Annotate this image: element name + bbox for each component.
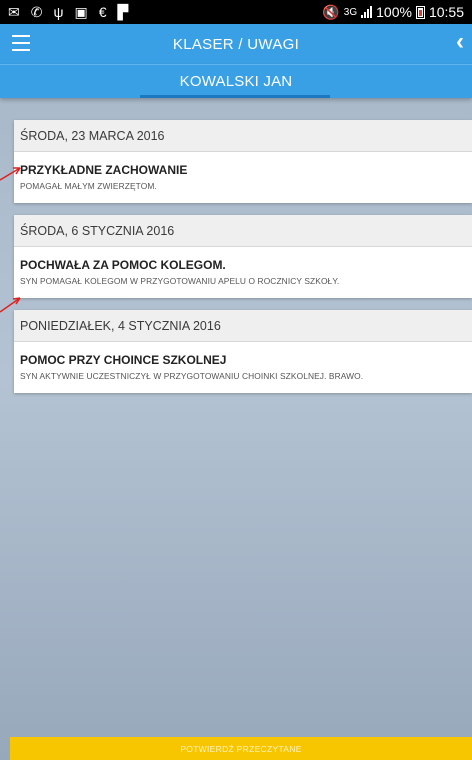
flag-icon: ▛ <box>117 4 129 20</box>
notes-list: ŚRODA, 23 MARCA 2016 PRZYKŁADNE ZACHOWAN… <box>14 120 472 405</box>
note-text: SYN POMAGAŁ KOLEGOM W PRZYGOTOWANIU APEL… <box>20 276 340 286</box>
battery-icon <box>415 5 425 19</box>
mail-icon: ✉ <box>8 4 20 20</box>
note-text: POMAGAŁ MAŁYM ZWIERZĘTOM. <box>20 181 157 191</box>
menu-icon[interactable] <box>12 35 30 51</box>
note-body: POCHWAŁA ZA POMOC KOLEGOM. SYN POMAGAŁ K… <box>14 247 472 298</box>
gallery-icon: ▣ <box>74 4 88 20</box>
note-date: ŚRODA, 6 STYCZNIA 2016 <box>14 215 472 247</box>
confirm-read-button[interactable]: POTWIERDŹ PRZECZYTANE <box>10 737 472 760</box>
note-title: POCHWAŁA ZA POMOC KOLEGOM. <box>20 258 226 272</box>
app-bar: KLASER / UWAGI ‹ <box>0 24 472 64</box>
note-body: POMOC PRZY CHOINCE SZKOLNEJ SYN AKTYWNIE… <box>14 342 472 393</box>
student-name-tab[interactable]: KOWALSKI JAN <box>180 73 293 90</box>
status-bar: ✉ ✆ ψ ▣ € ▛ 🔇 3G 100% 10:55 <box>0 0 472 24</box>
call-icon: ✆ <box>30 4 43 20</box>
note-card[interactable]: ŚRODA, 6 STYCZNIA 2016 POCHWAŁA ZA POMOC… <box>14 215 472 298</box>
student-tab-bar: KOWALSKI JAN <box>0 64 472 98</box>
tab-indicator <box>140 95 330 98</box>
battery-percent: 100% <box>376 4 412 20</box>
note-date: PONIEDZIAŁEK, 4 STYCZNIA 2016 <box>14 310 472 342</box>
app-title: KLASER / UWAGI <box>172 35 300 53</box>
signal-icon <box>361 6 373 18</box>
annotation-arrow-icon <box>0 297 21 313</box>
back-icon[interactable]: ‹ <box>456 30 464 54</box>
note-title: PRZYKŁADNE ZACHOWANIE <box>20 163 188 177</box>
note-body: PRZYKŁADNE ZACHOWANIE POMAGAŁ MAŁYM ZWIE… <box>14 152 472 203</box>
status-right: 🔇 3G 100% 10:55 <box>322 4 464 21</box>
clock: 10:55 <box>428 4 464 20</box>
note-text: SYN AKTYWNIE UCZESTNICZYŁ W PRZYGOTOWANI… <box>20 371 364 381</box>
note-card[interactable]: ŚRODA, 23 MARCA 2016 PRZYKŁADNE ZACHOWAN… <box>14 120 472 203</box>
note-date: ŚRODA, 23 MARCA 2016 <box>14 120 472 152</box>
font-icon: € <box>98 4 107 20</box>
annotation-arrow-icon <box>0 167 21 181</box>
note-card[interactable]: PONIEDZIAŁEK, 4 STYCZNIA 2016 POMOC PRZY… <box>14 310 472 393</box>
note-title: POMOC PRZY CHOINCE SZKOLNEJ <box>20 353 227 367</box>
network-label: 3G <box>343 6 358 18</box>
mute-icon: 🔇 <box>322 3 340 20</box>
usb-icon: ψ <box>53 4 64 20</box>
status-left-icons: ✉ ✆ ψ ▣ € ▛ <box>8 5 128 19</box>
